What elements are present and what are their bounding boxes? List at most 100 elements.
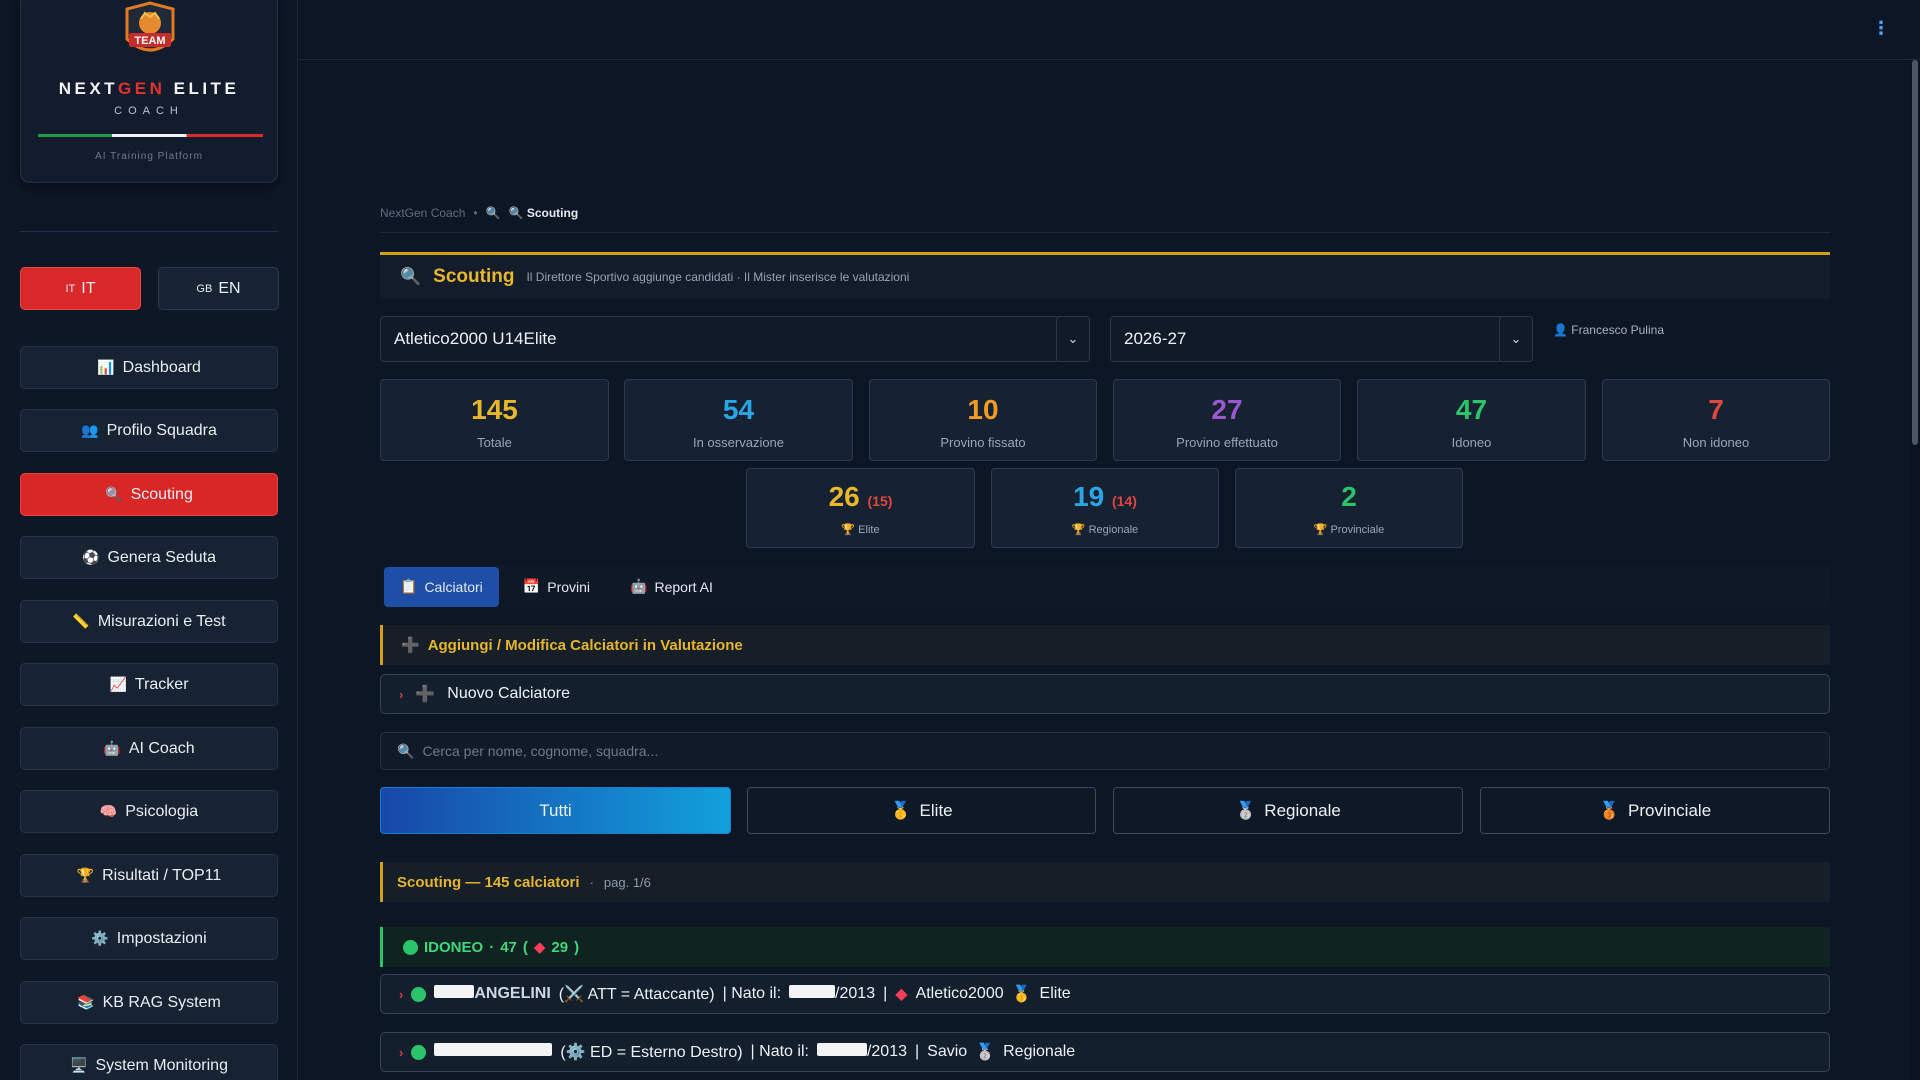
ruler-icon: 📏 bbox=[72, 613, 90, 629]
stat-label: 🏆 Provinciale bbox=[1313, 524, 1385, 536]
search-input[interactable] bbox=[422, 743, 1783, 759]
stat-elite: 26 (15) 🏆 Elite bbox=[746, 468, 975, 548]
chevron-right-icon: › bbox=[399, 686, 404, 702]
language-en-label: EN bbox=[218, 279, 241, 297]
nav-label: Risultati / TOP11 bbox=[102, 866, 222, 884]
season-select[interactable]: 2026-27 bbox=[1110, 316, 1503, 362]
plus-icon: ➕ bbox=[415, 686, 436, 703]
sidebar-divider bbox=[20, 231, 278, 232]
tab-provini[interactable]: 📅 Provini bbox=[507, 567, 606, 607]
player-row[interactable]: › ANGELINI (⚔️ ATT = Attaccante) | Nato … bbox=[380, 974, 1830, 1014]
stat-label: Provino fissato bbox=[940, 435, 1026, 450]
filter-regionale-button[interactable]: 🥈 Regionale bbox=[1113, 787, 1463, 834]
nav-profilo-squadra[interactable]: 👥 Profilo Squadra bbox=[20, 409, 278, 452]
team-select-chevron-down-icon[interactable]: ⌄ bbox=[1056, 316, 1090, 362]
brand-divider bbox=[38, 134, 263, 137]
stat-value: 10 bbox=[967, 394, 999, 425]
nav-label: Scouting bbox=[130, 485, 193, 503]
group-elite-count: 29 bbox=[551, 938, 569, 956]
silver-medal-icon: 🥈 bbox=[1235, 800, 1257, 820]
filter-label: Regionale bbox=[1264, 800, 1341, 820]
scouting-list-header: Scouting — 145 calciatori · pag. 1/6 bbox=[380, 862, 1830, 902]
nav-ai-coach[interactable]: 🤖 AI Coach bbox=[20, 727, 278, 770]
trophy-icon: 🏆 bbox=[76, 867, 95, 883]
season-select-chevron-down-icon[interactable]: ⌄ bbox=[1499, 316, 1533, 362]
nav-label: Profilo Squadra bbox=[106, 421, 217, 439]
gold-medal-icon: 🥇 bbox=[1011, 986, 1032, 1003]
nav-system-monitoring[interactable]: 🖥️ System Monitoring bbox=[20, 1044, 278, 1080]
club-separator: | bbox=[915, 1043, 920, 1060]
team-select[interactable]: Atletico2000 U14Elite bbox=[380, 316, 1060, 362]
nav-risultati-top11[interactable]: 🏆 Risultati / TOP11 bbox=[20, 854, 278, 897]
tab-label: Provini bbox=[547, 578, 591, 595]
trend-chart-icon: 📈 bbox=[109, 676, 127, 692]
gear-icon: ⚙️ bbox=[91, 930, 109, 946]
stat-subcount: (14) bbox=[1112, 493, 1137, 509]
nav-label: Psicologia bbox=[125, 802, 199, 820]
nav-label: Dashboard bbox=[122, 358, 201, 376]
language-en-button[interactable]: GB EN bbox=[158, 267, 279, 310]
nav-label: KB RAG System bbox=[102, 993, 221, 1011]
page-header: 🔍 Scouting Il Direttore Sportivo aggiung… bbox=[380, 252, 1830, 299]
kebab-menu-icon[interactable]: ⋮ bbox=[1872, 18, 1890, 39]
player-born-date: /2013 bbox=[816, 1043, 907, 1061]
player-category: Elite bbox=[1039, 985, 1071, 1002]
player-born-label: | Nato il: bbox=[750, 1043, 809, 1060]
sidebar: TEAM NEXTGEN ELITE COACH AI Training Pla… bbox=[0, 0, 298, 1080]
nav-impostazioni[interactable]: ⚙️ Impostazioni bbox=[20, 917, 278, 960]
stat-value: 54 bbox=[722, 394, 755, 425]
flag-it-icon: IT bbox=[65, 282, 76, 295]
redacted-name bbox=[434, 985, 475, 998]
redacted-date bbox=[789, 985, 836, 998]
bronze-medal-icon: 🥉 bbox=[1598, 800, 1620, 820]
nav-misurazioni-test[interactable]: 📏 Misurazioni e Test bbox=[20, 600, 278, 643]
language-it-button[interactable]: IT IT bbox=[20, 267, 141, 310]
player-club: Atletico2000 bbox=[915, 985, 1004, 1002]
filter-label: Provinciale bbox=[1628, 800, 1712, 820]
nav-scouting[interactable]: 🔍 Scouting bbox=[20, 473, 278, 516]
green-status-dot-icon bbox=[411, 986, 427, 1002]
tab-calciatori[interactable]: 📋 Calciatori bbox=[384, 566, 499, 607]
topbar-divider bbox=[299, 59, 1920, 60]
nav-tracker[interactable]: 📈 Tracker bbox=[20, 663, 278, 706]
clipboard-icon: 📋 bbox=[400, 578, 418, 594]
team-icon: 👥 bbox=[81, 422, 99, 438]
breadcrumb-current: 🔍 Scouting bbox=[508, 206, 579, 220]
player-born-year: /2013 bbox=[866, 1043, 907, 1060]
tab-report-ai[interactable]: 🤖 Report AI bbox=[614, 567, 729, 607]
filter-elite-button[interactable]: 🥇 Elite bbox=[747, 787, 1096, 834]
nav-label: AI Coach bbox=[128, 739, 195, 757]
player-born-date: /2013 bbox=[789, 985, 875, 1003]
stat-label: In osservazione bbox=[692, 435, 785, 450]
breadcrumb-root[interactable]: NextGen Coach bbox=[380, 206, 465, 220]
filter-label: Elite bbox=[919, 800, 953, 820]
page-scrollbar[interactable] bbox=[1910, 60, 1920, 1080]
player-role: (⚔️ ATT = Attaccante) bbox=[558, 986, 715, 1003]
scrollbar-thumb[interactable] bbox=[1912, 60, 1918, 445]
list-title: Scouting — 145 calciatori bbox=[397, 873, 580, 891]
breadcrumb-separator: • bbox=[473, 206, 478, 220]
new-player-expander[interactable]: › ➕ Nuovo Calciatore bbox=[380, 674, 1830, 714]
nav-label: Tracker bbox=[134, 675, 189, 693]
stat-number: 2 bbox=[1341, 481, 1357, 512]
nav-dashboard[interactable]: 📊 Dashboard bbox=[20, 346, 278, 389]
player-row[interactable]: › (⚙️ ED = Esterno Destro) | Nato il: /2… bbox=[380, 1032, 1830, 1072]
breadcrumb-divider bbox=[380, 232, 1830, 233]
group-label: IDONEO bbox=[424, 938, 484, 956]
player-category: Regionale bbox=[1003, 1043, 1076, 1060]
brand-title: NEXTGEN ELITE bbox=[58, 79, 240, 98]
stat-value: 27 bbox=[1211, 394, 1243, 425]
green-status-dot-icon bbox=[411, 1044, 427, 1060]
nav-psicologia[interactable]: 🧠 Psicologia bbox=[20, 790, 278, 833]
stat-number: 26 bbox=[828, 481, 860, 512]
brand-card: TEAM NEXTGEN ELITE COACH AI Training Pla… bbox=[20, 0, 278, 183]
group-idoneo-header[interactable]: IDONEO · 47 (◆ 29) bbox=[380, 927, 1830, 967]
player-born-label: | Nato il: bbox=[722, 985, 782, 1002]
filter-tutti-button[interactable]: Tutti bbox=[380, 787, 731, 834]
stat-value: 47 bbox=[1455, 394, 1488, 425]
filter-provinciale-button[interactable]: 🥉 Provinciale bbox=[1480, 787, 1830, 834]
nav-kb-rag-system[interactable]: 📚 KB RAG System bbox=[20, 981, 278, 1024]
search-icon: 🔍 bbox=[397, 742, 415, 759]
stat-label: Totale bbox=[477, 435, 512, 450]
nav-genera-seduta[interactable]: ⚽ Genera Seduta bbox=[20, 536, 278, 579]
